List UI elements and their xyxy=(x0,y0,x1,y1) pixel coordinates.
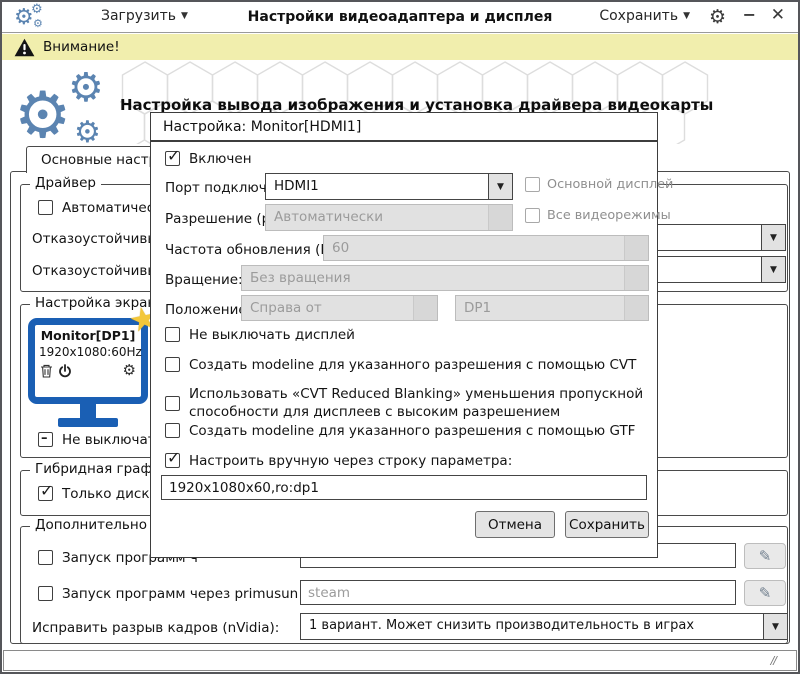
monitor-settings-gear-icon[interactable]: ⚙ xyxy=(123,363,136,378)
dlg-keep-display-checkbox-row[interactable]: Не выключать дисплей xyxy=(165,327,355,343)
dropdown-button xyxy=(624,296,648,320)
monitor-widget[interactable]: ★ Monitor[DP1] 1920x1080:60Hz ⚙ xyxy=(28,297,162,427)
save-menu-button[interactable]: Сохранить ▼ xyxy=(599,8,690,24)
gtf-checkbox-row[interactable]: Создать modeline для указанного разрешен… xyxy=(165,423,635,439)
cvt-rb-checkbox[interactable] xyxy=(165,395,180,411)
enabled-checkbox-row[interactable]: ✓ Включен xyxy=(165,146,252,167)
app-window: ⚙ ⚙ ⚙ Загрузить ▼ Настройки видеоадаптера… xyxy=(0,0,800,674)
manual-param-input[interactable] xyxy=(161,475,647,500)
window-title: Настройки видеоадаптера и дисплея xyxy=(247,9,553,25)
gear-icon: ⚙ xyxy=(14,79,72,153)
position-value: Справа от xyxy=(250,300,322,316)
check-icon: ✓ xyxy=(167,146,181,165)
all-modes-checkbox-row[interactable]: Все видеорежимы xyxy=(525,208,671,223)
warning-icon xyxy=(14,38,35,56)
resize-handle[interactable]: ∕∕ xyxy=(771,654,778,667)
extra-group-legend: Дополнительно xyxy=(30,517,152,533)
warning-text: Внимание! xyxy=(43,39,120,55)
dropdown-button xyxy=(488,205,512,230)
primary-display-checkbox[interactable] xyxy=(525,177,540,192)
manual-checkbox[interactable]: ✓ xyxy=(165,448,180,468)
gtf-checkbox[interactable] xyxy=(165,423,180,438)
chevron-down-icon: ▼ xyxy=(497,181,504,192)
port-value: HDMI1 xyxy=(274,178,319,194)
dropdown-button[interactable]: ▼ xyxy=(488,174,512,199)
monitor-mode: 1920x1080:60Hz xyxy=(39,345,142,359)
gtf-label: Создать modeline для указанного разрешен… xyxy=(189,423,636,439)
trash-icon[interactable] xyxy=(40,364,53,378)
close-button[interactable]: ✕ xyxy=(771,7,785,24)
cvt-label: Создать modeline для указанного разрешен… xyxy=(189,357,637,373)
warning-banner: Внимание! xyxy=(2,34,798,60)
monitor-name: Monitor[DP1] xyxy=(40,328,136,343)
dlg-keep-display-label: Не выключать дисплей xyxy=(189,327,355,343)
refresh-label: Частота обновления (Hz): xyxy=(165,242,348,258)
cvt-checkbox[interactable] xyxy=(165,357,180,372)
dialog-title: Настройка: Monitor[HDMI1] xyxy=(163,119,362,135)
dialog-separator xyxy=(151,140,657,142)
resolution-combobox: Автоматически xyxy=(265,204,513,231)
rotation-value: Без вращения xyxy=(250,270,351,286)
load-menu-label: Загрузить xyxy=(101,8,177,24)
save-menu-label: Сохранить xyxy=(599,8,679,24)
monitor-frame: Monitor[DP1] 1920x1080:60Hz ⚙ xyxy=(28,318,148,404)
save-button[interactable]: Сохранить xyxy=(565,511,649,538)
gear-icon: ⚙ xyxy=(31,2,43,17)
monitor-base xyxy=(58,418,118,427)
monitor-stand xyxy=(80,404,96,418)
status-box: ∕∕ xyxy=(3,650,797,671)
cvt-rb-checkbox-row[interactable]: Использовать «CVT Reduced Blanking» умен… xyxy=(165,385,655,421)
primary-display-label: Основной дисплей xyxy=(547,177,674,192)
all-modes-label: Все видеорежимы xyxy=(547,208,671,223)
gear-icon: ⚙ xyxy=(74,115,101,150)
position-target-combobox: DP1 xyxy=(455,295,649,321)
position-combobox: Справа от xyxy=(241,295,438,321)
monitor-settings-dialog: Настройка: Monitor[HDMI1] ✓ Включен Порт… xyxy=(150,112,673,558)
cvt-checkbox-row[interactable]: Создать modeline для указанного разрешен… xyxy=(165,357,636,373)
dropdown-button xyxy=(413,296,437,320)
cancel-button[interactable]: Отмена xyxy=(475,511,555,538)
minimize-button[interactable]: − xyxy=(743,7,756,23)
manual-label: Настроить вручную через строку параметра… xyxy=(189,453,513,469)
check-icon: ✓ xyxy=(167,448,181,467)
position-label: Положение: xyxy=(165,302,252,318)
cvt-rb-label: Использовать «CVT Reduced Blanking» умен… xyxy=(189,386,644,421)
enabled-label: Включен xyxy=(189,151,252,167)
rotation-combobox: Без вращения xyxy=(241,265,649,291)
refresh-value: 60 xyxy=(332,240,350,256)
load-menu-button[interactable]: Загрузить ▼ xyxy=(101,8,188,24)
chevron-down-icon: ▼ xyxy=(181,11,188,21)
all-modes-checkbox[interactable] xyxy=(525,208,540,223)
resolution-value: Автоматически xyxy=(274,209,384,225)
rotation-label: Вращение: xyxy=(165,272,243,288)
driver-group-legend: Драйвер xyxy=(30,175,101,191)
titlebar: ⚙ ⚙ ⚙ Загрузить ▼ Настройки видеоадаптера… xyxy=(2,2,798,33)
power-icon[interactable] xyxy=(58,363,72,378)
gear-icon: ⚙ xyxy=(68,65,104,111)
position-target-value: DP1 xyxy=(464,300,492,316)
primary-display-checkbox-row[interactable]: Основной дисплей xyxy=(525,177,673,192)
dropdown-button xyxy=(624,266,648,290)
chevron-down-icon: ▼ xyxy=(683,11,690,21)
gear-icon: ⚙ xyxy=(33,17,43,30)
refresh-field: 60 xyxy=(323,235,649,261)
port-combobox[interactable]: HDMI1 ▼ xyxy=(265,173,513,200)
settings-gear-button[interactable]: ⚙ xyxy=(709,8,726,27)
dlg-keep-display-checkbox[interactable] xyxy=(165,327,180,342)
app-logo-small: ⚙ ⚙ ⚙ xyxy=(14,3,50,32)
manual-checkbox-row[interactable]: ✓ Настроить вручную через строку парамет… xyxy=(165,448,513,469)
dropdown-button xyxy=(624,236,648,260)
enabled-checkbox[interactable]: ✓ xyxy=(165,146,180,166)
